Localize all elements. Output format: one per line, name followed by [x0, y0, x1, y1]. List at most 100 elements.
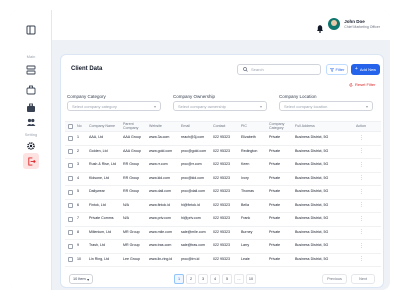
reset-filter-button[interactable]: Reset Filter	[349, 82, 375, 87]
cell-email: sale@tras.com	[181, 243, 206, 248]
row-checkbox[interactable]	[65, 200, 75, 213]
cell-cat: Private	[269, 202, 281, 207]
table-footer: 10 Item ▾ 1 2 3 4 5... 10 Previous Next	[61, 271, 385, 289]
user-name: John Doe	[344, 19, 365, 24]
page-button[interactable]: 4	[210, 274, 220, 284]
cell-web: www.mile.com	[149, 229, 172, 234]
briefcase-icon[interactable]	[23, 82, 39, 98]
row-action-menu[interactable]: ⋮	[345, 132, 377, 145]
row-checkbox[interactable]	[65, 132, 75, 145]
next-button[interactable]: Next	[351, 274, 375, 284]
page-button[interactable]: ...	[234, 274, 244, 284]
page-button[interactable]: 5	[222, 274, 232, 284]
cell-name: Trash, Ltd	[89, 243, 106, 248]
page-button[interactable]: 2	[186, 274, 196, 284]
cell-name: Lin Ring, Ltd	[89, 256, 110, 261]
row-checkbox[interactable]	[65, 213, 75, 226]
cell-no: 7	[77, 216, 79, 221]
more-icon: ⋮	[358, 188, 364, 195]
select-all-checkbox[interactable]	[65, 122, 75, 131]
plus-icon: +	[354, 66, 358, 72]
add-new-button[interactable]: + Add New	[351, 64, 380, 75]
cell-contact: 022 95323	[213, 243, 230, 248]
page-button[interactable]: 3	[198, 274, 208, 284]
cell-addr: Business District, 5G	[295, 135, 329, 140]
row-checkbox[interactable]	[65, 159, 75, 172]
grid-icon[interactable]	[23, 62, 39, 78]
cell-addr: Business District, 5G	[295, 189, 329, 194]
row-action-menu[interactable]: ⋮	[345, 213, 377, 226]
filter-location-label: Company Location	[279, 94, 317, 99]
row-action-menu[interactable]: ⋮	[345, 200, 377, 213]
cell-cat: Private	[269, 135, 281, 140]
cell-addr: Business District, 5G	[295, 229, 329, 234]
category-select[interactable]: Select company category ▾	[67, 101, 161, 111]
table-row: 1 AAA, Ltd AAA Group www.3a.com reach@3j.com…	[65, 132, 381, 146]
previous-button[interactable]: Previous	[322, 274, 347, 284]
cell-addr: Business District, 5G	[295, 148, 329, 153]
table-row: 9 Trash, Ltd MR Group www.tras.com sale@tras…	[65, 240, 381, 254]
row-checkbox[interactable]	[65, 146, 75, 159]
search-input[interactable]: Search	[237, 64, 321, 75]
cell-no: 1	[77, 135, 79, 140]
col-email: Email	[181, 123, 190, 128]
cell-pic: Keen	[241, 162, 250, 167]
col-company-category: Company Category	[269, 122, 285, 130]
row-checkbox[interactable]	[65, 240, 75, 253]
cell-name: Fintok, Ltd	[89, 202, 106, 207]
cell-email: hi@priv.com	[181, 216, 201, 221]
row-action-menu[interactable]: ⋮	[345, 254, 377, 267]
cell-pic: Ivory	[241, 175, 249, 180]
row-action-menu[interactable]: ⋮	[345, 240, 377, 253]
row-checkbox[interactable]	[65, 227, 75, 240]
table-row: 2 Golden, Ltd AAA Group www.gold.com proc@go…	[65, 146, 381, 159]
row-checkbox[interactable]	[65, 186, 75, 199]
bell-icon[interactable]	[316, 20, 324, 38]
cell-parent: Lee Group	[123, 256, 140, 261]
panel-icon[interactable]	[23, 22, 39, 38]
row-action-menu[interactable]: ⋮	[345, 146, 377, 159]
row-checkbox[interactable]	[65, 254, 75, 267]
cell-email: hi@fintok.id	[181, 202, 200, 207]
cell-parent: AAA Group	[123, 135, 141, 140]
more-icon: ⋮	[358, 256, 364, 262]
user-menu[interactable]: John Doe Chief Marketing Officer	[328, 18, 380, 30]
row-action-menu[interactable]: ⋮	[345, 186, 377, 199]
page-button[interactable]: 10	[246, 274, 256, 284]
more-icon: ⋮	[358, 242, 364, 249]
col-company-name: Company Name	[89, 123, 115, 128]
sidebar: Main Setting	[10, 10, 52, 290]
filter-button[interactable]: Filter	[326, 64, 348, 75]
page-button[interactable]: 1	[174, 274, 184, 284]
cell-pic: Leaie	[241, 256, 250, 261]
cell-no: 8	[77, 229, 79, 234]
cell-web: www.tras.com	[149, 243, 172, 248]
logout-icon[interactable]	[23, 153, 39, 169]
table-row: 3 Rush & Rise, Ltd RR Group www.rr.com proc@…	[65, 159, 381, 173]
col-action: Action	[356, 123, 366, 128]
more-icon: ⋮	[358, 229, 364, 235]
per-page-select[interactable]: 10 Item ▾	[69, 274, 93, 284]
filter-icon	[329, 67, 334, 72]
cell-web: www.3a.com	[149, 135, 170, 140]
row-action-menu[interactable]: ⋮	[345, 173, 377, 186]
gear-icon[interactable]	[23, 138, 39, 154]
location-select[interactable]: Select company location ▾	[279, 101, 373, 111]
row-action-menu[interactable]: ⋮	[345, 227, 377, 240]
per-page-value: 10 Item	[73, 277, 86, 281]
chevron-down-icon: ▾	[365, 103, 368, 109]
row-checkbox[interactable]	[65, 173, 75, 186]
cell-name: Millenium, Ltd	[89, 229, 112, 234]
row-action-menu[interactable]: ⋮	[345, 159, 377, 172]
cell-parent: N/A	[123, 202, 129, 207]
cell-pic: Burney	[241, 229, 253, 234]
users-icon[interactable]	[23, 114, 39, 130]
search-placeholder: Search	[251, 67, 264, 72]
cell-email: reach@3j.com	[181, 135, 205, 140]
cell-web: www.kid.com	[149, 175, 170, 180]
cell-web: www.priv.com	[149, 216, 171, 221]
cell-contact: 022 95323	[213, 162, 230, 167]
ownership-select[interactable]: Select company ownership ▾	[173, 101, 267, 111]
top-bar: John Doe Chief Marketing Officer	[52, 10, 390, 40]
filter-label: Filter	[335, 67, 345, 72]
